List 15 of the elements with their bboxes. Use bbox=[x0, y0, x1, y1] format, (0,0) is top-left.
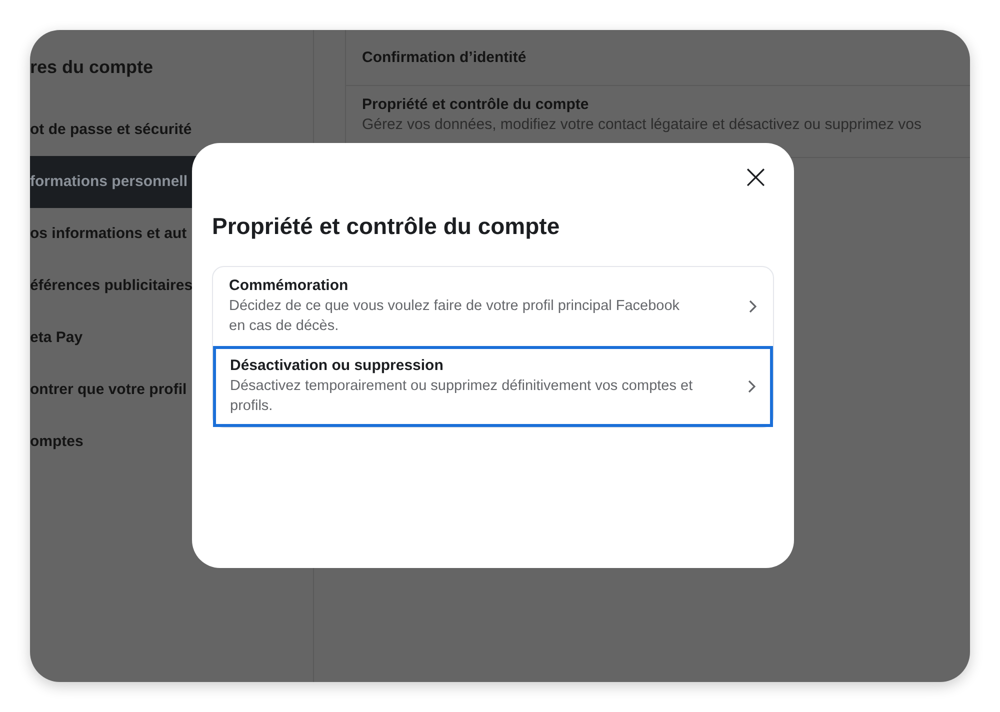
setting-title[interactable]: Propriété et contrôle du compte bbox=[362, 96, 954, 113]
option-description: Désactivez temporairement ou supprimez définitivement vos comptes et profils. bbox=[230, 377, 694, 416]
option-title: Désactivation ou suppression bbox=[230, 357, 444, 374]
dialog-title: Propriété et contrôle du compte bbox=[212, 213, 561, 240]
option-description: Décidez de ce que vous voulez faire de votre profil principal Facebook en cas de décès. bbox=[229, 297, 681, 336]
setting-description: Gérez vos données, modifiez votre contact légataire et désactivez ou supprimez vos bbox=[362, 116, 922, 133]
chevron-right-icon bbox=[748, 380, 756, 393]
option-item[interactable]: Désactivation ou suppression Désactivez temporairement ou supprimez définitivement vos comptes et profils. bbox=[213, 346, 773, 427]
setting-title[interactable]: Confirmation d’identité bbox=[362, 49, 954, 66]
sidebar-title: res du compte bbox=[30, 56, 154, 79]
option-item[interactable]: Commémoration Décidez de ce que vous voulez faire de votre profil principal Facebook en cas de décès. bbox=[213, 267, 773, 346]
close-button[interactable]: × bbox=[738, 163, 774, 191]
sidebar-item[interactable]: ot de passe et sécurité bbox=[30, 104, 313, 156]
chevron-right-icon bbox=[749, 300, 757, 313]
option-title: Commémoration bbox=[229, 277, 350, 294]
